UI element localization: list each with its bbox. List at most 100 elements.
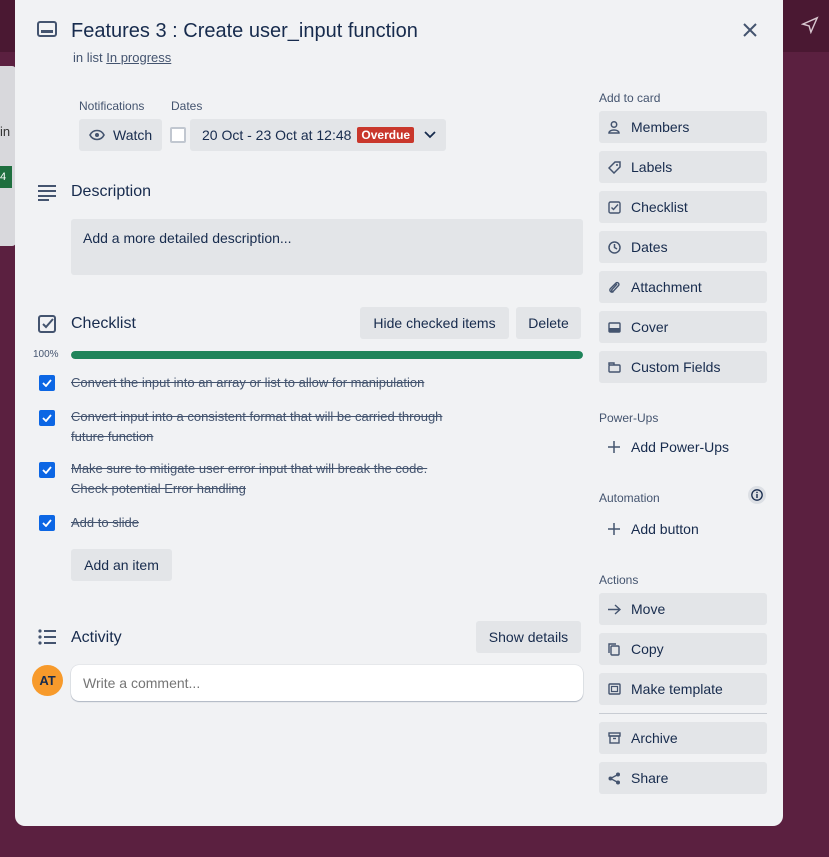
background-badge: 4 bbox=[0, 166, 12, 188]
close-button[interactable] bbox=[737, 17, 763, 43]
add-powerups-button[interactable]: Add Power-Ups bbox=[599, 431, 767, 463]
add-to-card-label: Add to card bbox=[599, 91, 661, 105]
checklist-item-checkbox[interactable] bbox=[39, 375, 55, 391]
close-icon bbox=[743, 23, 757, 37]
dates-button[interactable]: 20 Oct - 23 Oct at 12:48 Overdue bbox=[190, 119, 446, 151]
add-powerups-label: Add Power-Ups bbox=[631, 439, 730, 455]
in-list-prefix: in list bbox=[73, 50, 103, 65]
checklist-item[interactable]: Make sure to mitigate user error input t… bbox=[71, 459, 491, 499]
archive-button[interactable]: Archive bbox=[599, 722, 767, 754]
labels-button[interactable]: Labels bbox=[599, 151, 767, 183]
tag-icon bbox=[607, 160, 621, 174]
notifications-label: Notifications bbox=[79, 99, 145, 113]
cover-button[interactable]: Cover bbox=[599, 311, 767, 343]
progress-percent: 100% bbox=[33, 349, 59, 360]
add-automation-button[interactable]: Add button bbox=[599, 513, 767, 545]
labels-label: Labels bbox=[631, 159, 673, 175]
copy-label: Copy bbox=[631, 641, 664, 657]
sidebar-divider bbox=[599, 713, 767, 714]
checklist-item-line: Make sure to mitigate user error input t… bbox=[71, 461, 428, 476]
dates-value: 20 Oct - 23 Oct at 12:48 bbox=[202, 127, 352, 143]
overdue-badge: Overdue bbox=[357, 127, 415, 143]
comment-input[interactable] bbox=[71, 665, 583, 701]
make-template-button[interactable]: Make template bbox=[599, 673, 767, 705]
checklist-item-line: Add to slide bbox=[71, 515, 139, 530]
add-checklist-item-button[interactable]: Add an item bbox=[71, 549, 172, 581]
show-details-button[interactable]: Show details bbox=[476, 621, 581, 653]
checklist-button[interactable]: Checklist bbox=[599, 191, 767, 223]
background-list-text: in bbox=[0, 124, 11, 139]
copy-button[interactable]: Copy bbox=[599, 633, 767, 665]
delete-checklist-button[interactable]: Delete bbox=[516, 307, 581, 339]
card-modal: Features 3 : Create user_input function … bbox=[15, 0, 783, 826]
progress-bar bbox=[71, 351, 583, 359]
description-editor[interactable]: Add a more detailed description... bbox=[71, 219, 583, 275]
attachment-label: Attachment bbox=[631, 279, 702, 295]
dates-sidebar-button[interactable]: Dates bbox=[599, 231, 767, 263]
card-list-info: in list In progress bbox=[73, 50, 171, 65]
progress-bar-fill bbox=[71, 351, 583, 359]
members-button[interactable]: Members bbox=[599, 111, 767, 143]
checklist-item-checkbox[interactable] bbox=[39, 462, 55, 478]
check-icon bbox=[42, 519, 52, 527]
description-icon bbox=[38, 185, 56, 201]
dates-complete-checkbox[interactable] bbox=[170, 127, 186, 143]
plus-icon bbox=[607, 440, 621, 454]
watch-label: Watch bbox=[113, 127, 153, 143]
hide-checked-button[interactable]: Hide checked items bbox=[360, 307, 509, 339]
checklist-item-checkbox[interactable] bbox=[39, 515, 55, 531]
archive-label: Archive bbox=[631, 730, 678, 746]
person-icon bbox=[607, 120, 621, 134]
paperclip-icon bbox=[607, 280, 621, 294]
chevron-down-icon bbox=[424, 131, 436, 139]
actions-label: Actions bbox=[599, 573, 639, 587]
powerups-label: Power-Ups bbox=[599, 411, 659, 425]
activity-title: Activity bbox=[71, 629, 122, 646]
dates-label: Dates bbox=[171, 99, 203, 113]
checklist-item-line: Convert input into a consistent format t… bbox=[71, 409, 443, 424]
checklist-item[interactable]: Convert the input into an array or list … bbox=[71, 373, 491, 393]
activity-icon bbox=[38, 629, 56, 645]
share-button[interactable]: Share bbox=[599, 762, 767, 794]
checklist-title[interactable]: Checklist bbox=[71, 315, 136, 333]
share-label: Share bbox=[631, 770, 669, 786]
description-title: Description bbox=[71, 183, 152, 200]
card-title[interactable]: Features 3 : Create user_input function bbox=[71, 20, 418, 43]
background-list bbox=[0, 66, 16, 246]
share-icon bbox=[607, 771, 621, 785]
attachment-button[interactable]: Attachment bbox=[599, 271, 767, 303]
card-icon bbox=[37, 21, 57, 37]
template-icon bbox=[607, 682, 621, 696]
members-label: Members bbox=[631, 119, 690, 135]
checklist-item-line: Check potential Error handling bbox=[71, 481, 246, 496]
checklist-icon bbox=[607, 200, 621, 214]
send-icon[interactable] bbox=[801, 16, 819, 34]
make-template-label: Make template bbox=[631, 681, 723, 697]
watch-button[interactable]: Watch bbox=[79, 119, 162, 151]
check-icon bbox=[42, 466, 52, 474]
move-label: Move bbox=[631, 601, 666, 617]
cover-icon bbox=[607, 320, 621, 334]
checklist-icon bbox=[38, 315, 56, 333]
cover-label: Cover bbox=[631, 319, 669, 335]
check-icon bbox=[42, 414, 52, 422]
checklist-item-checkbox[interactable] bbox=[39, 410, 55, 426]
list-link[interactable]: In progress bbox=[106, 50, 171, 65]
custom-fields-icon bbox=[607, 360, 621, 374]
plus-icon bbox=[607, 522, 621, 536]
custom-fields-button[interactable]: Custom Fields bbox=[599, 351, 767, 383]
checklist-label: Checklist bbox=[631, 199, 688, 215]
copy-icon bbox=[607, 642, 621, 656]
checklist-item-line: Convert the input into an array or list … bbox=[71, 375, 425, 390]
info-icon[interactable] bbox=[748, 486, 766, 504]
archive-icon bbox=[607, 731, 621, 745]
automation-label: Automation bbox=[599, 491, 660, 505]
add-button-label: Add button bbox=[631, 521, 699, 537]
move-button[interactable]: Move bbox=[599, 593, 767, 625]
checklist-item[interactable]: Convert input into a consistent format t… bbox=[71, 407, 491, 447]
clock-icon bbox=[607, 240, 621, 254]
avatar[interactable]: AT bbox=[32, 665, 63, 696]
checklist-item[interactable]: Add to slide bbox=[71, 513, 491, 533]
dates-sidebar-label: Dates bbox=[631, 239, 668, 255]
eye-icon bbox=[89, 129, 105, 141]
